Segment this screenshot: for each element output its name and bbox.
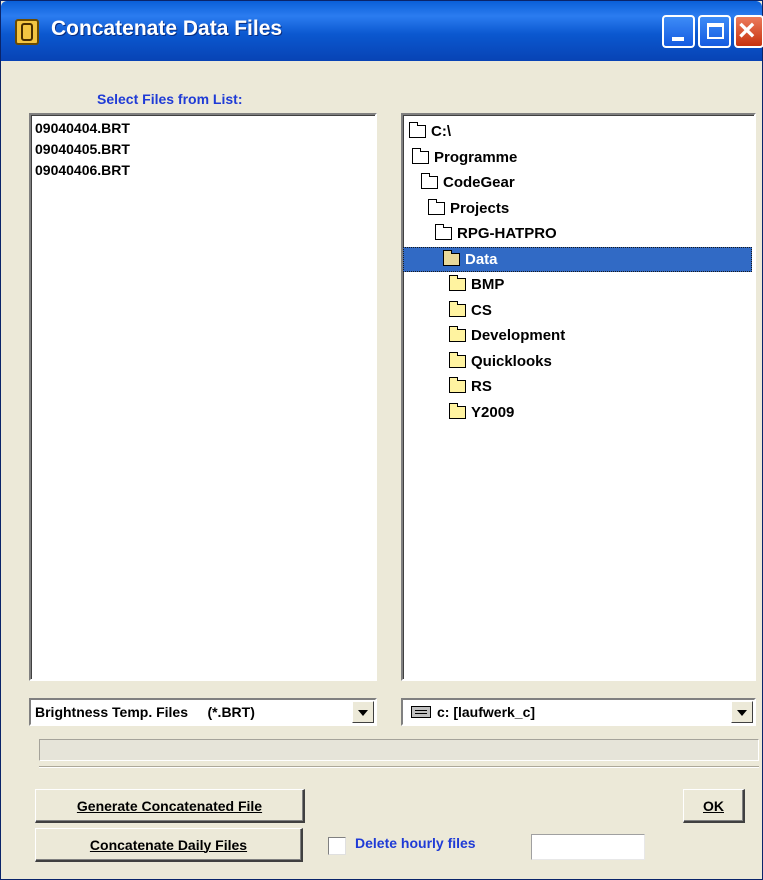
delete-hourly-label: Delete hourly files [355,835,476,851]
file-list-item[interactable]: 09040404.BRT [35,118,375,139]
dir-item-root[interactable]: C:\ [403,119,754,145]
file-list-item[interactable]: 09040406.BRT [35,160,375,181]
chevron-down-icon[interactable] [731,701,753,723]
drive-select[interactable]: c: [laufwerk_c] [401,698,756,726]
dir-item-development[interactable]: Development [403,323,754,349]
dir-item-data[interactable]: Data [403,246,752,272]
maximize-icon [707,23,724,39]
folder-closed-icon [449,275,466,291]
hourly-files-input[interactable] [531,834,645,860]
file-type-select[interactable]: Brightness Temp. Files (*.BRT) [29,698,377,726]
drive-icon [411,706,431,718]
folder-closed-icon [449,402,466,419]
dir-item-codegear[interactable]: CodeGear [403,170,754,196]
folder-open-icon [443,249,460,266]
dir-item-cs[interactable]: CS [403,298,754,324]
concatenate-dialog: Concatenate Data Files × Select Files fr… [0,0,763,880]
dir-item-quicklooks[interactable]: Quicklooks [403,349,754,375]
dir-item-programme[interactable]: Programme [403,145,754,171]
directory-tree[interactable]: C:\ Programme CodeGear Projects RPG-HATP… [401,113,756,681]
progress-bar [39,739,759,761]
folder-open-icon [435,224,452,240]
folder-closed-icon [449,351,466,368]
close-icon: × [738,14,756,47]
folder-closed-icon [449,300,466,317]
chevron-down-icon[interactable] [352,701,374,723]
folder-open-icon [412,147,429,164]
folder-open-icon [409,122,426,138]
drive-value: c: [laufwerk_c] [437,704,536,720]
close-button[interactable]: × [734,14,763,48]
folder-closed-icon [449,377,466,393]
file-list[interactable]: 09040404.BRT 09040405.BRT 09040406.BRT [29,113,377,681]
window-title: Concatenate Data Files [51,17,283,40]
ok-button[interactable]: OK [683,789,745,823]
folder-open-icon [428,198,445,215]
file-type-value: Brightness Temp. Files (*.BRT) [35,704,255,720]
dir-item-bmp[interactable]: BMP [403,272,754,298]
app-icon [15,19,39,45]
folder-closed-icon [449,326,466,342]
minimize-icon [672,37,684,41]
maximize-button[interactable] [698,15,731,48]
delete-hourly-checkbox[interactable] [328,837,346,855]
concatenate-daily-files-button[interactable]: Concatenate Daily Files [35,828,303,862]
dir-item-rpg-hatpro[interactable]: RPG-HATPRO [403,221,754,247]
dir-item-projects[interactable]: Projects [403,196,754,222]
select-files-label: Select Files from List: [97,91,243,107]
title-bar[interactable]: Concatenate Data Files × [1,1,763,61]
minimize-button[interactable] [662,15,695,48]
folder-open-icon [421,173,438,189]
separator [39,766,759,768]
file-list-item[interactable]: 09040405.BRT [35,139,375,160]
dir-item-rs[interactable]: RS [403,374,754,400]
dir-item-y2009[interactable]: Y2009 [403,400,754,426]
generate-concatenated-file-button[interactable]: Generate Concatenated File [35,789,305,823]
